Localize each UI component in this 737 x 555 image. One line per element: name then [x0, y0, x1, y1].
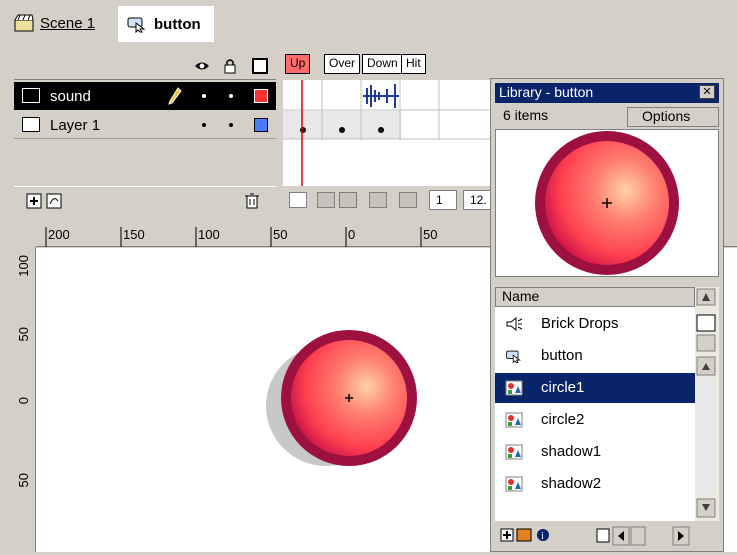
frame-label-hit[interactable]: Hit	[401, 54, 426, 74]
graphic-symbol-icon	[505, 412, 523, 428]
name-column-header[interactable]: Name	[495, 287, 695, 307]
ruler-label: 150	[123, 227, 145, 242]
scroll-track	[697, 377, 715, 495]
symbol-label: button	[154, 15, 201, 33]
modify-onion-markers-icon[interactable]	[399, 192, 417, 208]
layers-empty-area	[14, 140, 276, 186]
ruler-label: 0	[16, 397, 31, 405]
list-item[interactable]: Brick Drops	[495, 309, 695, 339]
layer-row-sound[interactable]: sound	[14, 82, 276, 110]
graphic-symbol-icon	[505, 444, 523, 460]
list-item-label: shadow2	[541, 475, 602, 492]
ruler-label: 50	[423, 227, 438, 242]
list-item-label: circle1	[541, 379, 585, 396]
lock-dot[interactable]	[229, 123, 233, 127]
ruler-label: 50	[16, 327, 31, 342]
onion-outline-icon[interactable]	[339, 192, 357, 208]
layer-icon	[22, 88, 40, 103]
list-item[interactable]: circle2	[495, 405, 695, 435]
narrow-state-icon	[696, 334, 716, 352]
layer-name[interactable]: Layer 1	[50, 117, 100, 134]
keyframe-dot	[339, 127, 345, 133]
lock-icon[interactable]	[222, 58, 238, 74]
layer-icon	[22, 117, 40, 132]
new-folder-icon	[516, 528, 532, 542]
vertical-ruler[interactable]: 100 50 0 50	[14, 247, 36, 552]
frame-label-down[interactable]: Down	[362, 54, 403, 74]
list-item-label: button	[541, 347, 583, 364]
ruler-label: 100	[16, 255, 31, 277]
library-footer-icons: i	[500, 526, 690, 546]
svg-text:i: i	[541, 531, 544, 542]
delete-icon	[596, 528, 610, 543]
library-footer: i	[495, 523, 719, 549]
add-guide-layer-icon[interactable]	[46, 193, 62, 209]
breadcrumb-scene[interactable]: Scene 1	[14, 10, 95, 36]
lock-dot[interactable]	[229, 94, 233, 98]
list-item[interactable]: button	[495, 341, 695, 371]
outline-toggle-icon[interactable]	[252, 58, 268, 74]
visibility-dot[interactable]	[202, 94, 206, 98]
ruler-label: 50	[16, 473, 31, 488]
current-frame-field: 1	[429, 190, 457, 210]
library-panel: Library - button ✕ 6 items Options Name …	[490, 78, 724, 552]
ruler-label: 100	[198, 227, 220, 242]
sound-waveform	[363, 84, 399, 108]
library-preview	[495, 129, 719, 277]
sound-icon	[506, 316, 523, 332]
ruler-label: 50	[273, 227, 288, 242]
breadcrumb-symbol[interactable]: button	[118, 6, 214, 42]
list-item-label: Brick Drops	[541, 315, 619, 332]
frame-label-up[interactable]: Up	[285, 54, 311, 74]
library-list: Brick Drops button circle1 circle2 shado…	[495, 307, 695, 521]
close-button[interactable]: ✕	[699, 85, 715, 99]
scrollbar-graphic	[696, 288, 716, 518]
layers-header	[14, 52, 276, 80]
breadcrumb-bar	[0, 0, 737, 44]
trash-icon[interactable]	[244, 192, 260, 209]
ruler-label: 200	[48, 227, 70, 242]
eye-icon[interactable]	[194, 58, 210, 74]
outline-color-swatch[interactable]	[254, 118, 268, 132]
frames-header: Up Over Down Hit	[283, 52, 493, 77]
layers-footer	[14, 186, 276, 214]
ruler-label: 0	[348, 227, 356, 242]
list-item-label: circle2	[541, 411, 585, 428]
button-symbol-icon	[127, 17, 146, 33]
scene-label[interactable]: Scene 1	[40, 15, 95, 32]
list-item[interactable]: shadow2	[495, 469, 695, 499]
button-symbol-icon	[506, 350, 521, 364]
visibility-dot[interactable]	[202, 123, 206, 127]
center-frame-icon[interactable]	[289, 192, 307, 208]
list-item-selected[interactable]: circle1	[495, 373, 695, 403]
layer-row-layer1[interactable]: Layer 1	[14, 111, 276, 139]
keyframe-dot	[300, 127, 306, 133]
library-title: Library - button	[495, 83, 719, 103]
library-item-count: 6 items	[503, 107, 549, 123]
list-item[interactable]: shadow1	[495, 437, 695, 467]
scene-clapper-icon	[14, 14, 34, 32]
onion-skin-icon[interactable]	[317, 192, 335, 208]
graphic-symbol-icon	[505, 476, 523, 492]
graphic-symbol-icon	[505, 380, 523, 396]
library-scrollbar[interactable]	[695, 287, 719, 521]
frame-label-over[interactable]: Over	[324, 54, 361, 74]
ruler-corner	[14, 227, 36, 247]
frames-grid[interactable]	[283, 80, 493, 186]
layer-name[interactable]: sound	[50, 88, 91, 105]
insert-layer-icon[interactable]	[26, 193, 42, 209]
edit-multiple-frames-icon[interactable]	[369, 192, 387, 208]
pencil-icon	[168, 87, 182, 105]
frames-footer: 1 12.	[283, 186, 493, 214]
wide-state-icon	[696, 314, 716, 332]
preview-graphic	[535, 131, 679, 275]
outline-color-swatch[interactable]	[254, 89, 268, 103]
frames-grid-graphic	[283, 80, 493, 186]
list-item-label: shadow1	[541, 443, 602, 460]
keyframe-dot	[378, 127, 384, 133]
frame-rate-field: 12.	[463, 190, 493, 210]
options-menu-button[interactable]: Options	[627, 107, 719, 127]
